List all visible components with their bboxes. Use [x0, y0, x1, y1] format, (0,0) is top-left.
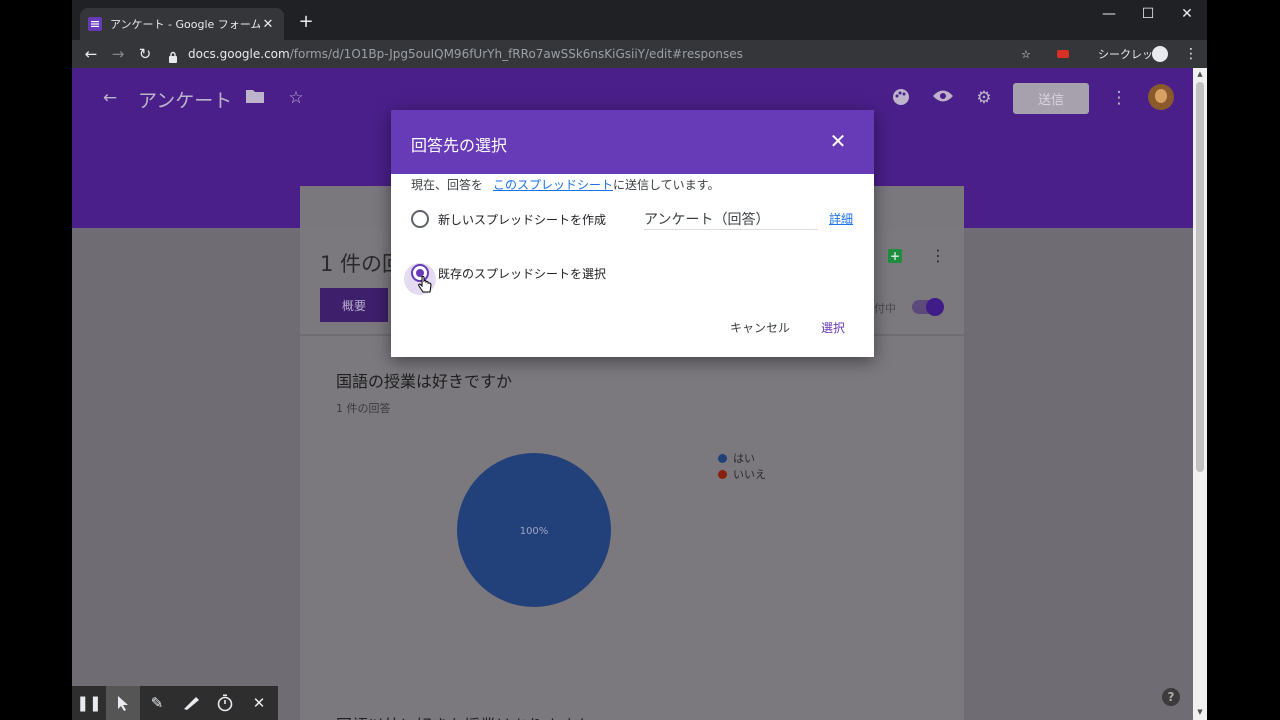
legend-swatch — [718, 469, 727, 479]
details-link[interactable]: 詳細 — [829, 210, 853, 227]
forms-favicon-icon — [88, 17, 102, 31]
legend-label: いいえ — [733, 468, 766, 481]
extension-icon[interactable] — [1057, 40, 1069, 68]
accepting-label: 付中 — [874, 302, 896, 315]
minimize-icon[interactable]: — — [1099, 6, 1119, 22]
maximize-icon[interactable]: ☐ — [1138, 6, 1158, 22]
settings-gear-icon[interactable]: ⚙ — [973, 88, 995, 108]
dialog-header: 回答先の選択 ✕ — [391, 110, 874, 174]
form-title[interactable]: アンケート — [138, 86, 232, 113]
help-icon[interactable]: ? — [1162, 688, 1180, 706]
browser-menu-icon[interactable]: ⋮ — [1184, 40, 1198, 68]
close-recorder-icon[interactable]: ✕ — [242, 686, 276, 720]
pie-chart: 100% — [456, 452, 612, 608]
avatar[interactable] — [1148, 84, 1174, 110]
tab-close-icon[interactable]: ✕ — [260, 17, 276, 32]
pie-slice-label: 100% — [520, 526, 549, 537]
lock-icon — [168, 48, 178, 63]
scroll-thumb[interactable] — [1196, 82, 1204, 472]
tab-bar: アンケート - Google フォーム ✕ + — ☐ ✕ — [72, 0, 1207, 40]
radio-new-spreadsheet[interactable] — [411, 210, 429, 228]
browser-tab[interactable]: アンケート - Google フォーム ✕ — [80, 8, 284, 40]
tab-summary[interactable]: 概要 — [320, 288, 388, 322]
page-scrollbar[interactable]: ▲ ▼ — [1193, 68, 1207, 720]
question-card: 国語の授業は好きですか 1 件の回答 100% はい いいえ — [300, 336, 964, 720]
select-button[interactable]: 選択 — [821, 319, 845, 336]
scroll-down-icon[interactable]: ▼ — [1196, 708, 1204, 716]
new-sheet-name-input[interactable] — [644, 208, 818, 230]
pen-icon[interactable]: ✎ — [140, 686, 174, 720]
dialog-title: 回答先の選択 — [411, 136, 508, 155]
new-tab-button[interactable]: + — [296, 12, 316, 32]
scroll-up-icon[interactable]: ▲ — [1196, 70, 1204, 78]
url-text: docs.google.com/forms/d/1O1Bp-Jpg5ouIQM9… — [188, 47, 743, 61]
legend-item-no: いいえ — [718, 466, 766, 482]
recorder-toolbar: ❚❚ ✎ ✕ — [72, 686, 278, 720]
toggle-knob[interactable] — [926, 298, 944, 316]
incognito-icon[interactable] — [1152, 40, 1168, 68]
bookmark-star-icon[interactable]: ☆ — [1021, 40, 1031, 68]
forward-icon[interactable]: → — [108, 44, 128, 64]
legend-item-yes: はい — [718, 450, 766, 466]
star-icon[interactable]: ☆ — [285, 88, 307, 108]
reload-icon[interactable]: ↻ — [135, 44, 155, 64]
hand-cursor-icon — [418, 276, 432, 294]
send-button[interactable]: 送信 — [1013, 83, 1089, 114]
current-prefix: 現在、回答を — [411, 178, 484, 192]
forms-page: ← アンケート ☆ ⚙ 送信 ⋮ 1 件の回 概要 + ⋮ 付中 国語の授業は好… — [72, 68, 1193, 720]
responses-more-icon[interactable]: ⋮ — [930, 246, 946, 265]
current-sheet-link[interactable]: このスプレッドシート — [493, 178, 613, 192]
option-new-label[interactable]: 新しいスプレッドシートを作成 — [438, 211, 606, 228]
pause-icon[interactable]: ❚❚ — [72, 686, 106, 720]
browser-toolbar: ← → ↻ docs.google.com/forms/d/1O1Bp-Jpg5… — [72, 40, 1207, 68]
tab-title: アンケート - Google フォーム — [110, 18, 260, 31]
pointer-icon[interactable] — [106, 686, 140, 720]
destination-dialog: 回答先の選択 ✕ 現在、回答を このスプレッドシートに送信しています。 新しいスプ… — [391, 110, 874, 357]
legend-swatch — [718, 453, 727, 463]
timer-icon[interactable] — [208, 686, 242, 720]
cancel-button[interactable]: キャンセル — [730, 319, 790, 336]
question-title: 国語の授業は好きですか — [336, 372, 513, 391]
back-arrow-icon[interactable]: ← — [99, 88, 121, 108]
chart-legend: はい いいえ — [718, 450, 766, 482]
close-icon[interactable]: ✕ — [828, 130, 848, 152]
highlighter-icon[interactable] — [174, 686, 208, 720]
sheets-icon[interactable]: + — [888, 249, 902, 263]
question-response-count: 1 件の回答 — [336, 402, 391, 415]
current-destination-text: 現在、回答を このスプレッドシートに送信しています。 — [411, 176, 719, 193]
address-bar[interactable]: docs.google.com/forms/d/1O1Bp-Jpg5ouIQM9… — [168, 40, 1048, 68]
legend-label: はい — [733, 452, 755, 465]
back-icon[interactable]: ← — [81, 44, 101, 64]
next-question-title: 国語以外に好きな授業はありますか — [336, 712, 592, 720]
browser-window: アンケート - Google フォーム ✕ + — ☐ ✕ ← → ↻ docs… — [72, 0, 1207, 720]
folder-icon[interactable] — [244, 88, 266, 108]
option-existing-label[interactable]: 既存のスプレッドシートを選択 — [438, 265, 606, 282]
current-suffix: に送信しています。 — [613, 178, 720, 192]
preview-eye-icon[interactable] — [932, 88, 954, 108]
window-close-icon[interactable]: ✕ — [1177, 6, 1197, 22]
palette-icon[interactable] — [890, 88, 912, 111]
more-options-icon[interactable]: ⋮ — [1108, 88, 1130, 108]
